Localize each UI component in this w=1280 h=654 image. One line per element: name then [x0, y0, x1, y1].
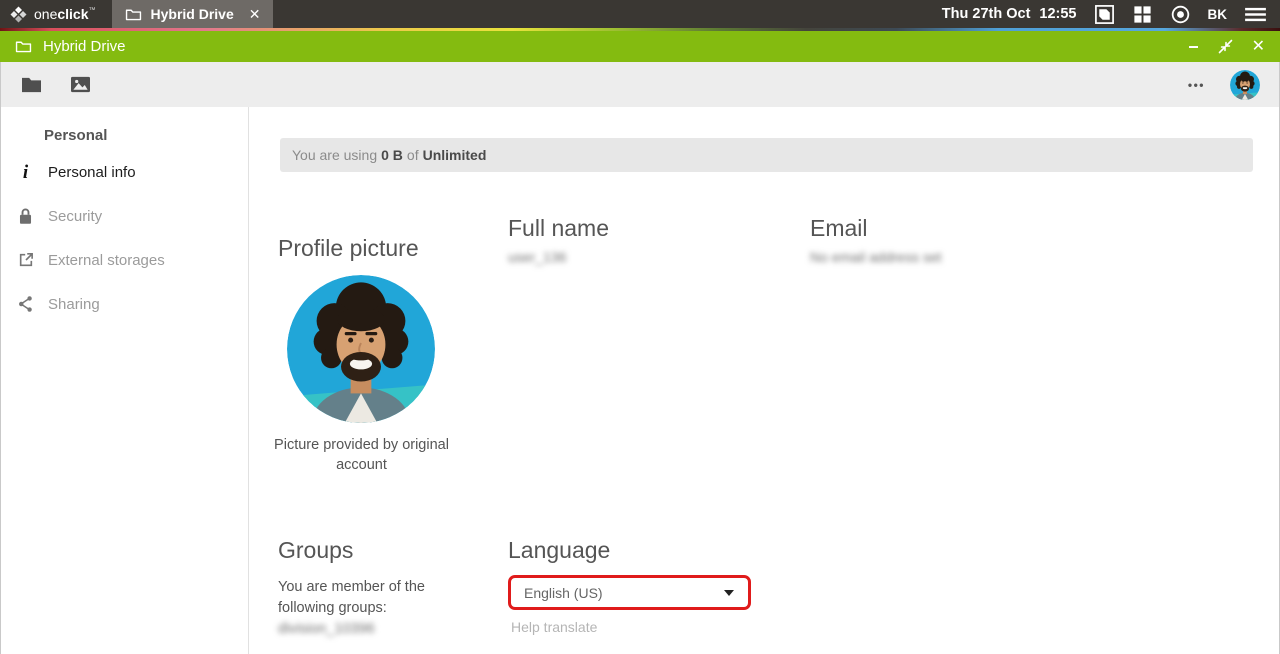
app-window: ••• Personal i Personal info Security Ex…	[0, 62, 1280, 654]
app-header: •••	[1, 62, 1279, 107]
language-selected-value: English (US)	[524, 584, 603, 601]
settings-sidebar: Personal i Personal info Security Extern…	[1, 107, 249, 654]
oneclick-brand[interactable]: oneclick™	[0, 0, 112, 28]
taskbar-tab-hybrid-drive[interactable]: Hybrid Drive ✕	[111, 0, 274, 28]
record-icon[interactable]	[1170, 4, 1191, 25]
groups-value: division_10396	[278, 621, 375, 637]
info-icon: i	[22, 161, 29, 183]
groups-heading: Groups	[278, 537, 354, 563]
more-options-button[interactable]: •••	[1188, 78, 1205, 92]
help-translate-link[interactable]: Help translate	[511, 619, 597, 635]
fit-screen-icon[interactable]	[1094, 4, 1115, 25]
lock-icon	[16, 207, 35, 226]
folder-open-icon	[15, 39, 32, 54]
email-value: No email address set	[810, 249, 942, 265]
language-select[interactable]: English (US)	[508, 575, 751, 610]
brand-text: oneclick™	[34, 6, 96, 22]
personal-info-panel: You are using 0 B of Unlimited Profile p…	[249, 107, 1279, 654]
sidebar-item-security[interactable]: Security	[1, 194, 248, 238]
quota-used: 0 B	[381, 147, 403, 163]
clock: Thu 27th Oct 12:55	[942, 6, 1077, 22]
sidebar-item-label: Personal info	[48, 163, 136, 181]
sidebar-item-label: Sharing	[48, 295, 100, 313]
share-icon	[16, 295, 35, 313]
folder-open-icon	[125, 7, 142, 22]
email-heading: Email	[810, 215, 868, 241]
restore-window-button[interactable]	[1218, 39, 1233, 54]
sidebar-item-label: External storages	[48, 251, 165, 269]
window-title: Hybrid Drive	[43, 38, 126, 55]
profile-avatar	[287, 275, 435, 423]
profile-picture-heading: Profile picture	[278, 235, 419, 261]
header-avatar[interactable]	[1230, 69, 1260, 100]
window-titlebar: Hybrid Drive − ✕	[0, 31, 1280, 62]
quota-total: Unlimited	[422, 147, 487, 163]
quota-banner: You are using 0 B of Unlimited	[280, 138, 1253, 172]
tab-label: Hybrid Drive	[150, 6, 234, 22]
files-app-button[interactable]	[20, 75, 43, 94]
sidebar-item-label: Security	[48, 207, 103, 225]
language-heading: Language	[508, 537, 611, 563]
sidebar-item-external-storages[interactable]: External storages	[1, 238, 248, 282]
gallery-app-button[interactable]	[69, 75, 92, 94]
hamburger-menu-icon[interactable]	[1244, 6, 1267, 23]
clock-time: 12:55	[1039, 6, 1077, 22]
user-initials[interactable]: BK	[1208, 7, 1228, 22]
close-window-button[interactable]: ✕	[1252, 38, 1265, 55]
external-link-icon	[16, 251, 35, 269]
tab-close-icon[interactable]: ✕	[249, 6, 261, 23]
profile-picture-caption: Picture provided by original account	[274, 437, 449, 473]
fullname-heading: Full name	[508, 215, 609, 241]
window-grid-icon[interactable]	[1132, 4, 1153, 25]
clock-date: Thu 27th Oct	[941, 6, 1031, 22]
os-taskbar: oneclick™ Hybrid Drive ✕ Thu 27th Oct 12…	[0, 0, 1280, 28]
minimize-button[interactable]: −	[1188, 38, 1199, 56]
oneclick-logo-icon	[10, 5, 27, 23]
groups-description: You are member of the following groups:	[278, 579, 425, 617]
sidebar-heading: Personal	[44, 127, 108, 144]
screen: oneclick™ Hybrid Drive ✕ Thu 27th Oct 12…	[0, 0, 1280, 654]
sidebar-item-personal-info[interactable]: i Personal info	[1, 150, 248, 194]
fullname-value: user_136	[508, 249, 567, 265]
sidebar-item-sharing[interactable]: Sharing	[1, 282, 248, 326]
chevron-down-icon	[724, 589, 734, 596]
